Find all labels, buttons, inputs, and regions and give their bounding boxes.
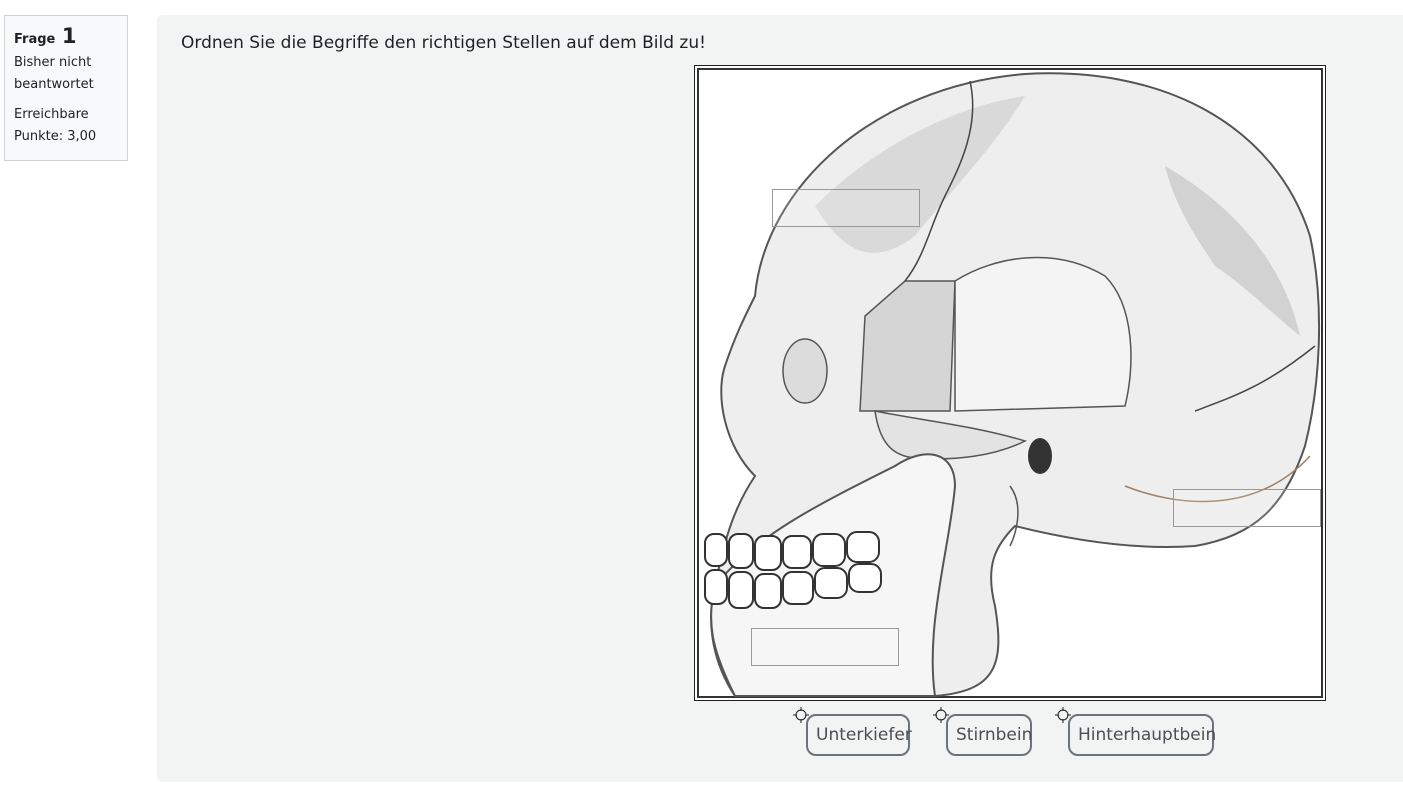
drop-background-image: [694, 65, 1326, 701]
drop-zone-3[interactable]: [751, 628, 899, 666]
question-content: Ordnen Sie die Begriffe den richtigen St…: [157, 15, 1403, 782]
question-number-value: 1: [61, 24, 77, 48]
question-number: Frage 1: [14, 24, 118, 52]
drag-item-unterkiefer[interactable]: Unterkiefer: [806, 714, 912, 756]
drop-zone-2[interactable]: [1173, 489, 1321, 527]
drag-item-stirnbein[interactable]: Stirnbein: [946, 714, 1032, 756]
question-grade: Erreichbare Punkte: 3,00: [14, 107, 97, 144]
skull-illustration: [697, 68, 1323, 698]
drag-item-hinterhauptbein[interactable]: Hinterhauptbein: [1068, 714, 1216, 756]
question-info-panel: Frage 1 Bisher nicht beantwortet Erreich…: [4, 15, 128, 161]
question-prompt: Ordnen Sie die Begriffe den richtigen St…: [181, 33, 706, 53]
question-state: Bisher nicht beantwortet: [14, 55, 94, 92]
question-label: Frage: [14, 32, 56, 47]
drop-zone-1[interactable]: [772, 189, 920, 227]
